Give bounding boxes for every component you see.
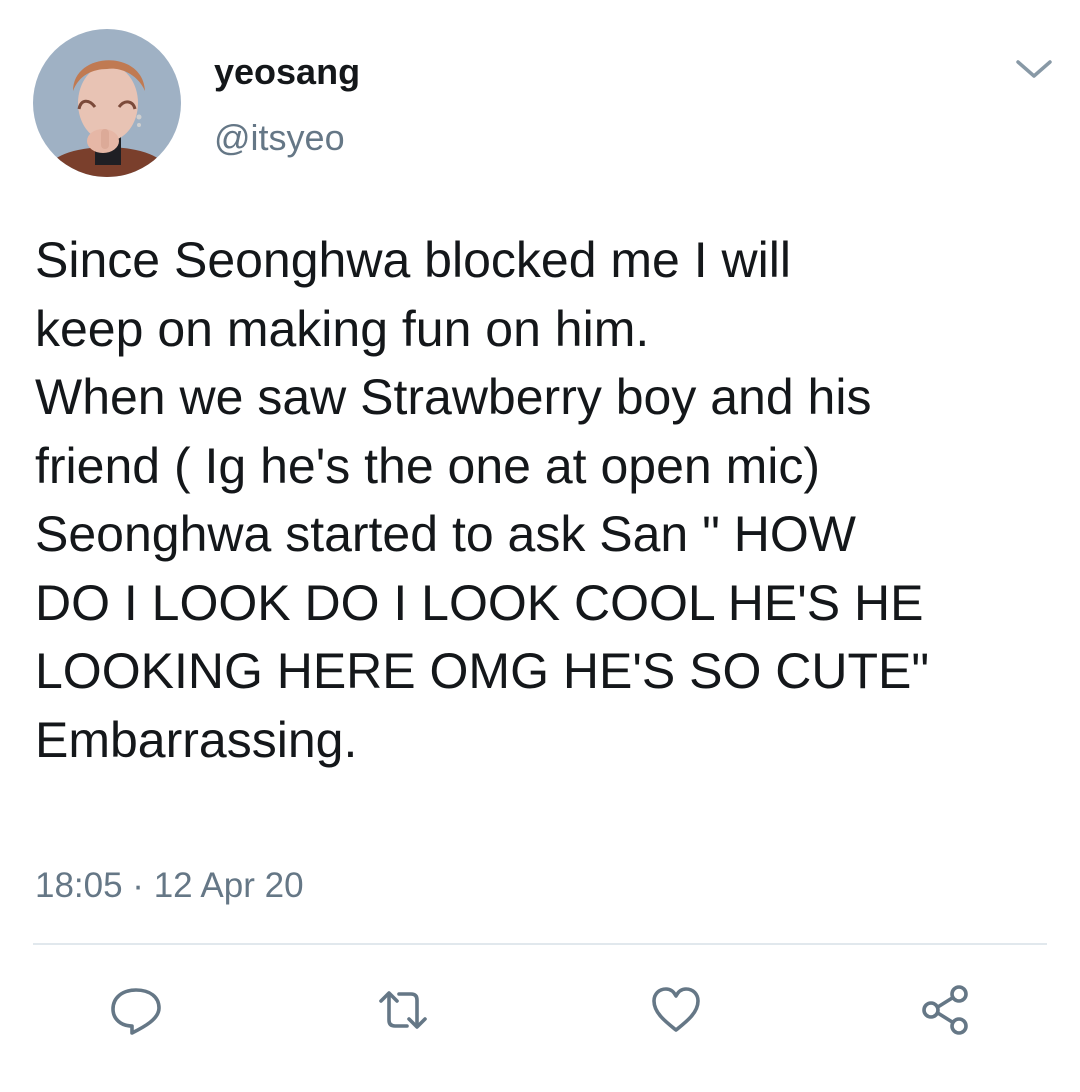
share-icon xyxy=(922,985,968,1035)
display-name[interactable]: yeosang xyxy=(214,50,360,94)
share-button[interactable] xyxy=(917,982,973,1038)
tweet-text: Since Seonghwa blocked me I will keep on… xyxy=(35,232,930,768)
reply-button[interactable] xyxy=(108,982,164,1038)
retweet-button[interactable] xyxy=(375,982,431,1038)
avatar[interactable] xyxy=(33,29,181,177)
divider xyxy=(33,943,1047,945)
reply-icon xyxy=(111,988,161,1035)
retweet-icon xyxy=(379,991,427,1029)
avatar-image xyxy=(33,29,181,177)
chevron-down-icon[interactable] xyxy=(1012,56,1056,82)
like-button[interactable] xyxy=(648,982,704,1038)
tweet-timestamp[interactable]: 18:05 · 12 Apr 20 xyxy=(35,864,304,908)
user-handle[interactable]: @itsyeo xyxy=(214,116,345,160)
heart-icon xyxy=(652,987,700,1032)
